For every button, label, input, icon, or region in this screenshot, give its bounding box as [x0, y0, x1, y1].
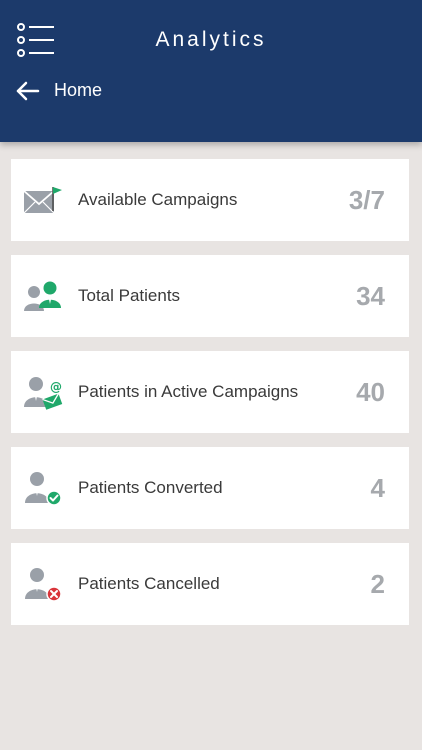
back-button[interactable]: [14, 76, 44, 106]
page-title: Analytics: [155, 28, 267, 51]
svg-text:@: @: [50, 380, 62, 394]
stat-label: Patients Converted: [78, 478, 223, 497]
stat-value: 34: [356, 281, 385, 311]
stat-card-total-patients[interactable]: Total Patients 34: [11, 255, 409, 337]
stat-value: 4: [370, 473, 385, 503]
patient-email-icon: @: [24, 377, 63, 410]
stat-value: 40: [356, 377, 385, 407]
envelope-flag-icon: [23, 187, 62, 214]
stat-label: Available Campaigns: [78, 190, 238, 209]
stat-card-active-campaigns[interactable]: @ Patients in Active Campaigns 40: [11, 351, 409, 433]
breadcrumb-home[interactable]: Home: [54, 80, 102, 101]
stat-value: 2: [370, 569, 385, 599]
patient-cancel-icon: [25, 568, 62, 602]
stat-label: Patients in Active Campaigns: [78, 382, 299, 401]
stat-label: Patients Cancelled: [78, 574, 220, 593]
arrow-left-icon: [16, 81, 40, 101]
stat-label: Total Patients: [78, 286, 181, 305]
stat-card-converted[interactable]: Patients Converted 4: [11, 447, 409, 529]
stat-value: 3/7: [348, 185, 385, 215]
app-header: Analytics Home: [0, 0, 422, 142]
stat-card-cancelled[interactable]: Patients Cancelled 2: [11, 543, 409, 625]
patient-check-icon: [25, 472, 62, 506]
patients-group-icon: [24, 281, 61, 311]
stat-card-available-campaigns[interactable]: Available Campaigns 3/7: [11, 159, 409, 241]
